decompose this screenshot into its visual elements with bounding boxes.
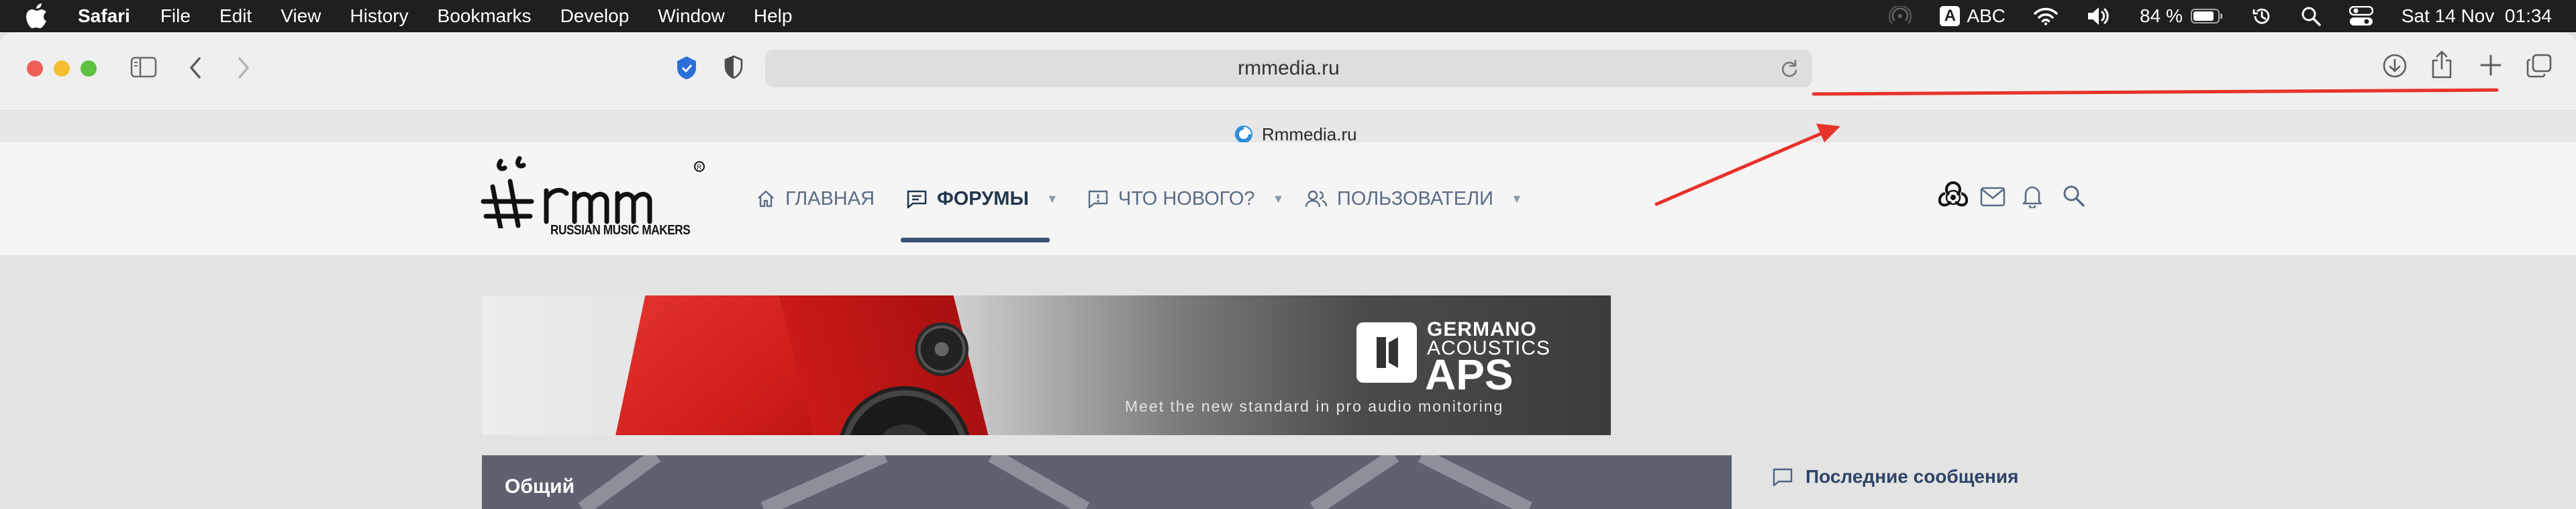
input-source-menu[interactable]: A ABC	[1940, 5, 2005, 27]
battery-status[interactable]: 84 %	[2140, 5, 2223, 27]
input-source-a-icon: A	[1940, 6, 1961, 26]
whats-new-icon	[1088, 190, 1108, 209]
downloads-icon[interactable]	[2381, 52, 2408, 79]
tab-overview-icon[interactable]	[2526, 54, 2552, 78]
latest-posts-title: Последние сообщения	[1805, 466, 2019, 487]
nav-whats-new-caret-icon[interactable]: ▼	[1273, 192, 1285, 206]
control-center-icon[interactable]	[2348, 6, 2373, 26]
extension-shield-icon[interactable]	[675, 55, 698, 81]
logo-tagline: RUSSIAN MUSIC MAKERS	[550, 223, 691, 238]
menu-develop[interactable]: Develop	[560, 5, 630, 27]
banner-tagline: Meet the new standard in pro audio monit…	[1125, 398, 1504, 415]
browser-toolbar: rmmedia.ru	[0, 32, 2576, 110]
inbox-mail-icon[interactable]	[1980, 187, 2005, 210]
close-window-button[interactable]	[27, 60, 43, 77]
battery-percent: 84 %	[2140, 5, 2183, 26]
latest-posts-chat-icon	[1773, 468, 1793, 487]
nav-whats-new-label: ЧТО НОВОГО?	[1118, 187, 1255, 210]
menu-clock[interactable]: Sat 14 Nov 01:34	[2401, 5, 2552, 27]
ad-banner[interactable]: GERMANO ACOUSTICS APS Meet the new stand…	[482, 295, 1611, 435]
nav-users-caret-icon[interactable]: ▼	[1511, 192, 1523, 206]
time-machine-icon[interactable]	[2251, 5, 2273, 27]
sidebar-toggle-icon[interactable]	[130, 56, 157, 78]
nav-active-indicator	[901, 238, 1050, 242]
forum-category-header[interactable]: Общий	[482, 455, 1732, 509]
category-background-pattern	[578, 455, 1532, 509]
forward-chevron-icon[interactable]	[236, 56, 251, 79]
alerts-bell-icon[interactable]	[2022, 184, 2043, 212]
zoom-window-button[interactable]	[81, 60, 97, 77]
menu-edit[interactable]: Edit	[219, 5, 252, 27]
minimize-window-button[interactable]	[54, 60, 70, 77]
rmm-logo-icon: R	[481, 156, 705, 228]
address-url: rmmedia.ru	[1238, 57, 1340, 79]
nav-users-label: ПОЛЬЗОВАТЕЛИ	[1337, 187, 1493, 210]
site-header: R RUSSIAN MUSIC MAKERS ГЛАВНАЯ ФОРУМЫ ▼ …	[0, 142, 2576, 255]
spotlight-search-icon[interactable]	[2301, 6, 2321, 26]
menu-app-safari[interactable]: Safari	[78, 5, 130, 27]
menu-view[interactable]: View	[281, 5, 321, 27]
banner-brand-line3: APS	[1425, 351, 1514, 399]
wifi-icon[interactable]	[2034, 7, 2058, 26]
site-logo[interactable]: R RUSSIAN MUSIC MAKERS	[481, 154, 714, 248]
nav-home[interactable]: ГЛАВНАЯ	[756, 142, 875, 255]
menu-bar: Safari File Edit View History Bookmarks …	[0, 0, 2576, 32]
menu-file[interactable]: File	[160, 5, 191, 27]
menu-help[interactable]: Help	[754, 5, 793, 27]
nav-whats-new[interactable]: ЧТО НОВОГО? ▼	[1087, 142, 1284, 255]
privacy-report-icon[interactable]	[724, 55, 744, 79]
nav-users[interactable]: ПОЛЬЗОВАТЕЛИ ▼	[1305, 142, 1523, 255]
svg-text:R: R	[697, 164, 701, 171]
volume-icon[interactable]	[2086, 6, 2112, 26]
biohazard-icon[interactable]	[1938, 181, 1969, 214]
speaker-tweeter-image	[915, 322, 969, 376]
site-favicon-icon	[1235, 126, 1252, 143]
share-icon[interactable]	[2430, 50, 2454, 79]
germano-logo-icon	[1356, 322, 1417, 383]
menu-history[interactable]: History	[350, 5, 408, 27]
apple-icon[interactable]	[26, 3, 48, 29]
battery-icon	[2190, 9, 2222, 24]
reload-icon[interactable]	[1780, 59, 1799, 81]
menu-window[interactable]: Window	[658, 5, 725, 27]
home-icon	[758, 190, 774, 207]
forum-chat-icon	[907, 190, 927, 209]
nav-forums-caret-icon[interactable]: ▼	[1046, 192, 1058, 206]
users-icon	[1305, 190, 1328, 207]
menu-bookmarks[interactable]: Bookmarks	[438, 5, 532, 27]
new-tab-plus-icon[interactable]	[2479, 54, 2502, 77]
forum-category-title: Общий	[505, 475, 575, 498]
nav-forums-label: ФОРУМЫ	[937, 187, 1029, 210]
latest-posts-header[interactable]: Последние сообщения	[1772, 466, 2018, 488]
airplay-audio-icon[interactable]	[1889, 6, 1912, 26]
back-chevron-icon[interactable]	[188, 56, 203, 79]
address-bar[interactable]: rmmedia.ru	[765, 50, 1812, 87]
site-search-icon[interactable]	[2062, 184, 2085, 210]
nav-home-label: ГЛАВНАЯ	[785, 187, 875, 210]
tab-title: Rmmedia.ru	[1262, 124, 1357, 144]
input-source-label: ABC	[1967, 5, 2006, 26]
